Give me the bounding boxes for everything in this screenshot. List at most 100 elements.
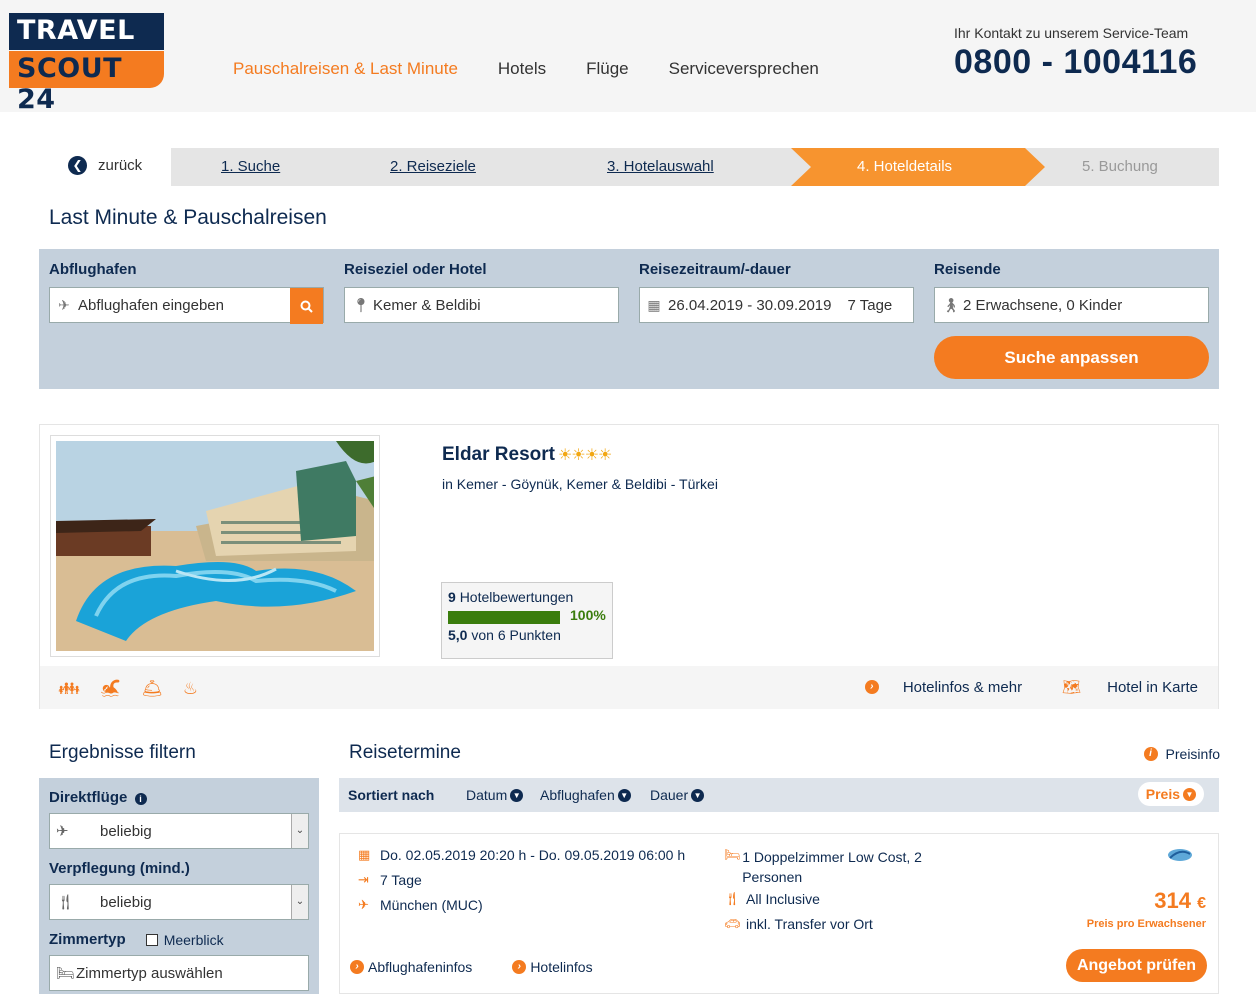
hotel-card: Eldar Resort ☀☀☀☀ in Kemer - Göynük, Kem… (39, 424, 1219, 709)
step-buchung: 5. Buchung (1082, 158, 1158, 175)
departure-search-button[interactable] (290, 288, 323, 324)
plane-icon: ✈ (56, 823, 69, 840)
check-offer-button[interactable]: Angebot prüfen (1066, 949, 1207, 982)
chevron-right-icon: › (864, 680, 879, 694)
nav-serviceversprechen[interactable]: Serviceversprechen (669, 59, 819, 79)
plane-icon: ✈ (58, 296, 70, 313)
nav-fluege[interactable]: Flüge (586, 59, 629, 79)
step-hotelauswahl[interactable]: 3. Hotelauswahl (607, 148, 714, 186)
search-icon (300, 300, 313, 313)
reviews-count: 9 (448, 589, 456, 605)
info-icon: i (1143, 747, 1158, 761)
step-hoteldetails: 4. Hoteldetails (857, 158, 953, 175)
filter-panel: Direktflüge i ✈ beliebig ⌄ Verpflegung (mi… (39, 778, 319, 994)
hotel-info-link-offer[interactable]: › Hotelinfos (512, 959, 612, 975)
header: TRAVEL SCOUT 24 Pauschalreisen & Last Mi… (0, 0, 1256, 115)
sort-dauer[interactable]: Dauer ▼ (650, 787, 705, 803)
nav-hotels[interactable]: Hotels (498, 59, 546, 79)
car-icon: 🚗︎ (724, 916, 741, 931)
departure-input[interactable]: ✈ Abflughafen eingeben (49, 287, 324, 324)
booking-steps: ❮ zurück 1. Suche 2. Reiseziele 3. Hotela… (60, 148, 1219, 186)
board-select[interactable]: 🍴︎ beliebig ⌄ (49, 884, 309, 920)
cutlery-icon: 🍴︎ (724, 891, 741, 906)
results-title: Reisetermine (349, 742, 461, 763)
destination-input[interactable]: 📍︎ Kemer & Beldibi (344, 287, 619, 323)
recommend-bar (448, 611, 560, 624)
spa-icon: ♨︎ (182, 679, 199, 698)
search-submit-button[interactable]: Suche anpassen (934, 336, 1209, 379)
sort-abflughafen[interactable]: Abflughafen ▼ (540, 787, 631, 803)
hotel-info-link[interactable]: › Hotelinfos & mehr (864, 678, 1022, 696)
offer-room: 1 Doppelzimmer Low Cost, 2 Personen (742, 849, 922, 885)
cutlery-icon: 🍴︎ (56, 894, 76, 911)
family-icon: 👪︎ (58, 679, 80, 698)
contact-phone[interactable]: 0800 - 1004116 (954, 43, 1197, 82)
chevron-down-icon: ▼ (617, 788, 631, 802)
seaview-checkbox[interactable] (145, 933, 158, 946)
price-info-link[interactable]: i Preisinfo (1143, 746, 1220, 762)
hotel-photo[interactable] (50, 435, 380, 657)
map-icon: 🗺︎ (1062, 679, 1082, 696)
logo-line-2: SCOUT 24 (17, 53, 123, 115)
airport-info-link[interactable]: › Abflughafeninfos (350, 959, 492, 975)
nav-pauschalreisen[interactable]: Pauschalreisen & Last Minute (233, 59, 458, 79)
search-panel: Abflughafen ✈ Abflughafen eingeben Reisez… (39, 249, 1219, 389)
amenities: 👪︎ 🏊︎ 🛎︎ ♨︎ (58, 679, 218, 699)
sort-label: Sortiert nach (348, 787, 435, 803)
info-icon[interactable]: i (134, 793, 147, 805)
offer-card: ▦ Do. 02.05.2019 20:20 h - Do. 09.05.2019… (339, 833, 1219, 994)
back-arrow-icon: ❮ (68, 156, 87, 175)
direct-flights-select[interactable]: ✈ beliebig ⌄ (49, 813, 309, 849)
seaview-label: Meerblick (163, 931, 224, 948)
reviews-label: Hotelbewertungen (459, 589, 574, 605)
person-icon: 🚶︎ (942, 296, 960, 313)
service-bell-icon: 🛎︎ (141, 679, 163, 698)
travelscout-logo[interactable]: TRAVEL SCOUT 24 (9, 13, 164, 115)
hotel-map-link[interactable]: 🗺︎ Hotel in Karte (1042, 678, 1198, 697)
period-input[interactable]: ▦ 26.04.2019 - 30.09.2019 7 Tage (639, 287, 914, 323)
logo-line-1: TRAVEL (17, 15, 135, 46)
hotel-name: Eldar Resort (442, 444, 555, 465)
sort-preis[interactable]: Preis ▼ (1137, 782, 1204, 806)
offer-duration: 7 Tage (380, 872, 422, 888)
chevron-down-icon: ▼ (691, 788, 705, 802)
calendar-icon: ▦ (647, 296, 661, 313)
bed-icon: 🛏︎ (56, 965, 76, 982)
offer-airport: München (MUC) (380, 897, 483, 913)
chevron-down-icon: ▼ (1183, 787, 1196, 801)
bed-icon: 🛏︎ (724, 847, 741, 862)
room-type-select[interactable]: 🛏︎ Zimmertyp auswählen (49, 955, 309, 991)
period-label: Reisezeitraum/-dauer (639, 261, 791, 278)
sort-datum[interactable]: Datum ▼ (466, 787, 524, 803)
hotel-location: in Kemer - Göynük, Kemer & Beldibi - Tür… (442, 476, 718, 492)
board-label: Verpflegung (mind.) (49, 860, 190, 877)
page-title: Last Minute & Pauschalreisen (49, 206, 327, 229)
contact-box: Ihr Kontakt zu unserem Service-Team 0800… (954, 25, 1197, 82)
recommend-pct: 100% (570, 606, 606, 623)
score-value: 5,0 (448, 627, 468, 643)
offer-board: All Inclusive (746, 891, 820, 907)
plane-icon: ✈ (358, 897, 369, 912)
contact-label: Ihr Kontakt zu unserem Service-Team (954, 25, 1189, 41)
main-nav: Pauschalreisen & Last Minute Hotels Flüg… (233, 59, 859, 79)
hotel-stars-icon: ☀☀☀☀ (558, 447, 612, 464)
step-reiseziele[interactable]: 2. Reiseziele (390, 148, 476, 186)
hotel-pool-image (56, 441, 374, 651)
hotel-footer: 👪︎ 🏊︎ 🛎︎ ♨︎ › Hotelinfos & mehr 🗺︎ Hotel i… (40, 666, 1218, 709)
chevron-right-icon: › (512, 960, 527, 974)
back-link[interactable]: ❮ zurück (68, 156, 142, 175)
rating-box[interactable]: 9 Hotelbewertungen 100% 5,0 von 6 Punkte… (441, 582, 613, 659)
offer-price: 314 € (1154, 888, 1206, 913)
location-pin-icon: 📍︎ (352, 296, 370, 313)
direct-flights-label: Direktflüge (49, 789, 128, 806)
chevron-down-icon: ⌄ (291, 814, 308, 848)
chevron-down-icon: ⌄ (291, 885, 308, 919)
price-note: Preis pro Erwachsener (1086, 918, 1206, 930)
calendar-icon: ▦ (358, 847, 371, 862)
tour-operator-logo-icon (1168, 849, 1192, 861)
travelers-input[interactable]: 🚶︎ 2 Erwachsene, 0 Kinder (934, 287, 1209, 323)
step-suche[interactable]: 1. Suche (221, 148, 280, 186)
departure-label: Abflughafen (49, 261, 137, 278)
room-type-label: Zimmertyp (49, 931, 126, 948)
score-label: von 6 Punkten (471, 627, 561, 643)
